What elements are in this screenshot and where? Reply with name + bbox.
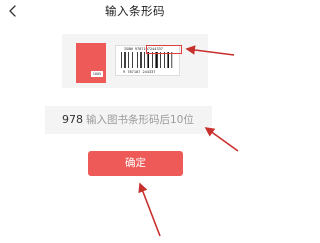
arrow-to-confirm — [138, 182, 161, 237]
annotation-arrows — [138, 45, 239, 237]
arrow-to-highlight — [185, 45, 235, 56]
arrow-to-input — [204, 127, 239, 152]
